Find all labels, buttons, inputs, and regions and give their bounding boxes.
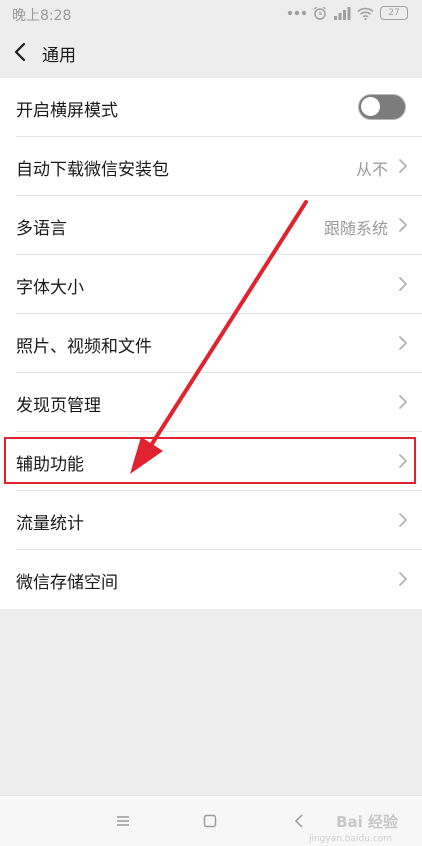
chevron-right-icon bbox=[399, 277, 407, 291]
more-dots-icon bbox=[287, 10, 307, 16]
system-nav-bar: Bai 经验 jingyan.baidu.com bbox=[0, 795, 422, 846]
settings-item-discover-page[interactable]: 发现页管理 bbox=[0, 373, 422, 432]
settings-item-auto-download[interactable]: 自动下载微信安装包 从不 bbox=[0, 137, 422, 196]
settings-item-label: 发现页管理 bbox=[16, 396, 101, 416]
wifi-icon bbox=[357, 7, 374, 20]
settings-item-accessibility[interactable]: 辅助功能 bbox=[0, 432, 422, 491]
settings-item-label: 字体大小 bbox=[16, 278, 84, 298]
chevron-right-icon bbox=[399, 572, 407, 586]
watermark: Bai 经验 bbox=[336, 813, 398, 831]
settings-item-label: 流量统计 bbox=[16, 514, 84, 534]
chevron-right-icon bbox=[399, 336, 407, 350]
settings-item-label: 微信存储空间 bbox=[16, 573, 118, 593]
status-time: 晚上8:28 bbox=[12, 8, 72, 24]
page-title: 通用 bbox=[42, 46, 76, 66]
back-icon[interactable] bbox=[294, 813, 304, 832]
settings-item-font-size[interactable]: 字体大小 bbox=[0, 255, 422, 314]
chevron-left-icon bbox=[14, 42, 26, 62]
toggle-knob bbox=[361, 97, 380, 116]
settings-item-label: 辅助功能 bbox=[16, 455, 84, 475]
settings-item-media-files[interactable]: 照片、视频和文件 bbox=[0, 314, 422, 373]
settings-item-label: 自动下载微信安装包 bbox=[16, 160, 169, 180]
settings-item-language[interactable]: 多语言 跟随系统 bbox=[0, 196, 422, 255]
settings-item-label: 开启横屏模式 bbox=[16, 101, 118, 121]
chevron-right-icon bbox=[399, 159, 407, 173]
back-button[interactable] bbox=[10, 38, 34, 66]
landscape-mode-toggle[interactable] bbox=[358, 94, 406, 120]
chevron-right-icon bbox=[399, 395, 407, 409]
settings-item-value: 从不 bbox=[355, 160, 388, 179]
settings-item-label: 多语言 bbox=[16, 219, 67, 239]
chevron-right-icon bbox=[399, 218, 407, 232]
status-bar: 晚上8:28 27 bbox=[0, 0, 422, 28]
settings-list: 开启横屏模式 自动下载微信安装包 从不 多语言 跟随系统 字体大小 照片、视频和… bbox=[0, 78, 422, 609]
menu-icon[interactable] bbox=[116, 813, 130, 832]
settings-item-landscape-mode[interactable]: 开启横屏模式 bbox=[0, 78, 422, 137]
chevron-right-icon bbox=[399, 513, 407, 527]
watermark-sub: jingyan.baidu.com bbox=[308, 834, 392, 844]
home-icon[interactable] bbox=[203, 813, 217, 832]
battery-icon: 27 bbox=[380, 6, 408, 20]
settings-item-label: 照片、视频和文件 bbox=[16, 337, 152, 357]
status-icons: 27 bbox=[287, 6, 408, 20]
chevron-right-icon bbox=[399, 454, 407, 468]
signal-icon bbox=[333, 6, 351, 20]
alarm-icon bbox=[313, 6, 327, 20]
settings-item-value: 跟随系统 bbox=[323, 219, 388, 238]
settings-item-data-usage[interactable]: 流量统计 bbox=[0, 491, 422, 550]
settings-item-storage[interactable]: 微信存储空间 bbox=[0, 550, 422, 609]
nav-bar: 通用 bbox=[0, 28, 422, 76]
